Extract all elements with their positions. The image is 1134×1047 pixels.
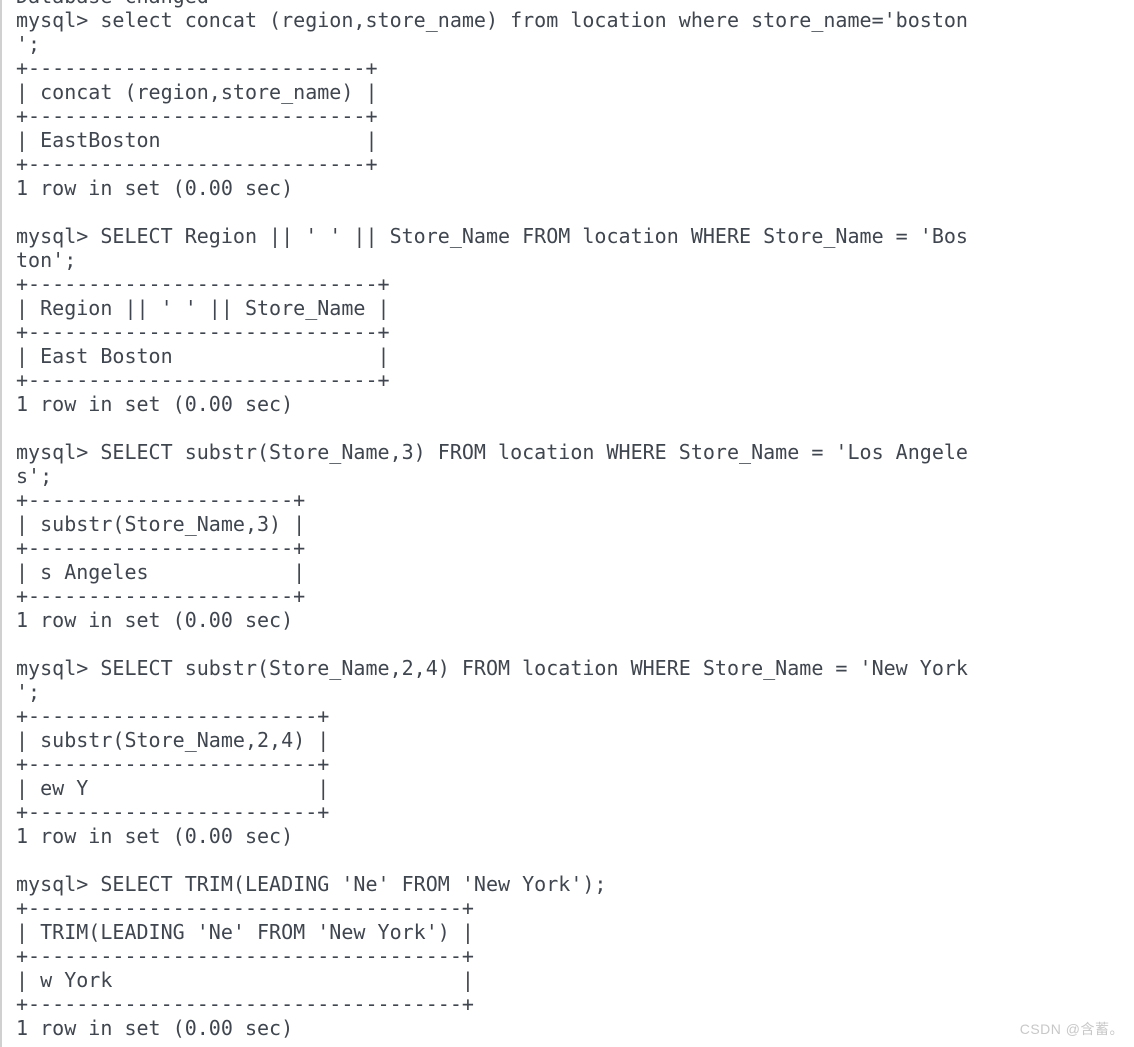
console-line: 1 row in set (0.00 sec): [16, 608, 294, 632]
console-line: +-----------------------------+: [16, 272, 390, 296]
console-line: 1 row in set (0.00 sec): [16, 176, 294, 200]
console-line: +------------------------------------+: [16, 992, 474, 1016]
console-line: mysql> select concat (region,store_name)…: [16, 8, 968, 32]
console-line: mysql> SELECT substr(Store_Name,2,4) FRO…: [16, 656, 968, 680]
console-line: Database changed: [16, 0, 968, 8]
console-line: +----------------------------+: [16, 56, 378, 80]
console-line: +----------------------+: [16, 536, 306, 560]
csdn-watermark: CSDN @含蓄。: [1019, 1021, 1124, 1037]
console-line: +------------------------+: [16, 800, 330, 824]
console-line: +------------------------------------+: [16, 896, 474, 920]
console-line: +----------------------------+: [16, 104, 378, 128]
console-line: +-----------------------------+: [16, 368, 390, 392]
console-line: +----------------------+: [16, 488, 306, 512]
console-line: +-----------------------------+: [16, 320, 390, 344]
console-line: | East Boston |: [16, 344, 390, 368]
console-line: | Region || ' ' || Store_Name |: [16, 296, 390, 320]
console-line: mysql> SELECT Region || ' ' || Store_Nam…: [16, 224, 968, 248]
console-line: s';: [16, 464, 53, 488]
console-line: 1 row in set (0.00 sec): [16, 824, 294, 848]
console-line: +----------------------------+: [16, 152, 378, 176]
console-line: 1 row in set (0.00 sec): [16, 1016, 294, 1040]
console-line: +------------------------+: [16, 704, 330, 728]
console-line: | TRIM(LEADING 'Ne' FROM 'New York') |: [16, 920, 474, 944]
console-line: | s Angeles |: [16, 560, 306, 584]
console-line: +------------------------+: [16, 752, 330, 776]
console-line: | EastBoston |: [16, 128, 378, 152]
console-line: ';: [16, 680, 41, 704]
console-line: +------------------------------------+: [16, 944, 474, 968]
console-line: | substr(Store_Name,3) |: [16, 512, 306, 536]
console-line: | substr(Store_Name,2,4) |: [16, 728, 330, 752]
console-line: ton';: [16, 248, 77, 272]
console-output[interactable]: Database changedmysql> select concat (re…: [16, 0, 968, 1040]
console-line: mysql> SELECT substr(Store_Name,3) FROM …: [16, 440, 968, 464]
console-line: mysql> SELECT TRIM(LEADING 'Ne' FROM 'Ne…: [16, 872, 607, 896]
console-line: | ew Y |: [16, 776, 330, 800]
code-block-gutter: [2, 0, 6, 1047]
console-line: 1 row in set (0.00 sec): [16, 392, 294, 416]
console-line: ';: [16, 32, 41, 56]
terminal-code-block: Database changedmysql> select concat (re…: [0, 0, 1134, 1047]
console-line: | w York |: [16, 968, 474, 992]
console-line: | concat (region,store_name) |: [16, 80, 378, 104]
console-line: +----------------------+: [16, 584, 306, 608]
